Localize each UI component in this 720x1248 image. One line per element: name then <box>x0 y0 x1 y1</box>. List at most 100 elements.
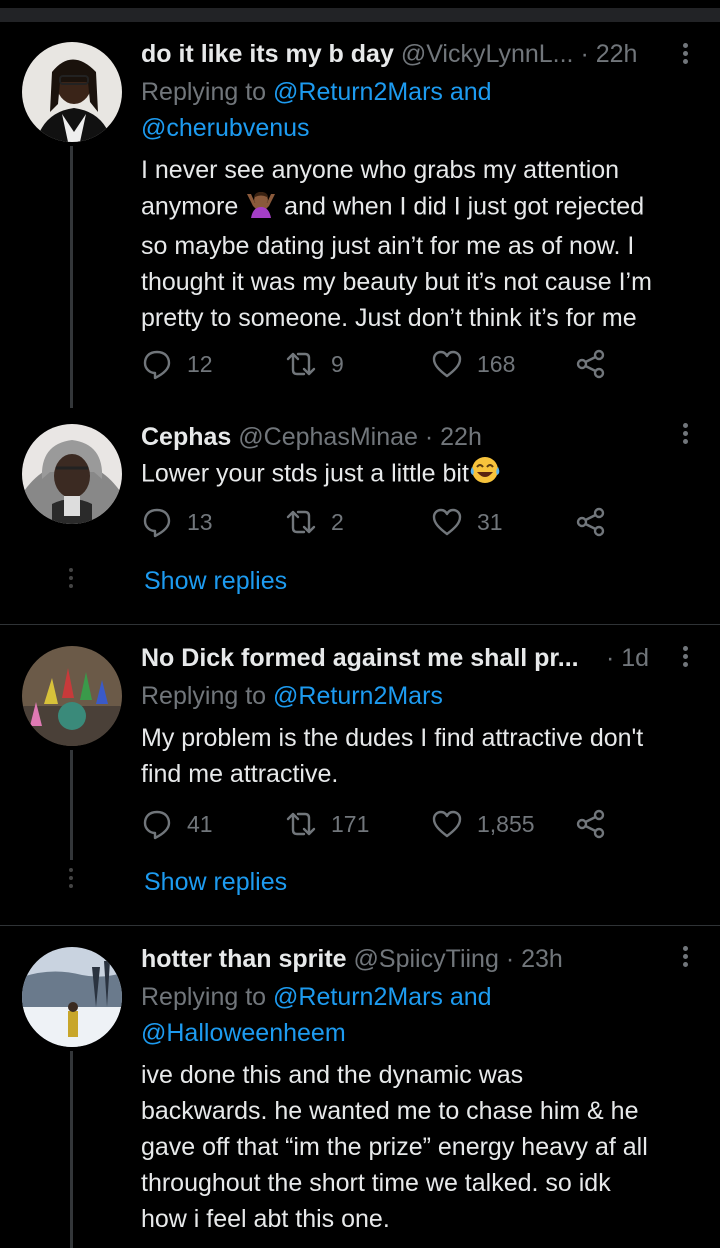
replying-to-cont: @cherubvenus <box>141 110 310 146</box>
retweet-arrows-icon <box>286 812 316 836</box>
text-line: thought it was my beauty but it’s not ca… <box>141 268 652 296</box>
show-replies-link[interactable]: Show replies <box>144 868 287 897</box>
more-options-icon[interactable] <box>680 40 690 74</box>
handle[interactable]: @SpiicyTiing <box>354 945 499 973</box>
show-replies-link[interactable]: Show replies <box>144 567 287 596</box>
mention-link[interactable]: @cherubvenus <box>141 114 310 142</box>
more-options-icon[interactable] <box>680 943 690 977</box>
person-shrugging-emoji-icon <box>245 188 277 228</box>
avatar[interactable] <box>22 646 122 746</box>
display-name[interactable]: Cephas <box>141 423 231 451</box>
tweet-actions: 12 9 168 <box>141 348 621 388</box>
like-count: 168 <box>477 350 516 377</box>
text-line: how i feel abt this one. <box>141 1205 390 1233</box>
text-line: throughout the short time we talked. so … <box>141 1169 611 1197</box>
replying-to: Replying to @Return2Mars <box>141 678 443 714</box>
replying-to-label: Replying to <box>141 983 274 1011</box>
tweet-header: do it like its my b day @VickyLynnL... ·… <box>141 37 650 71</box>
reply-button[interactable]: 13 <box>141 506 213 538</box>
share-nodes-icon <box>576 507 605 537</box>
tweet-actions: 41 171 1,855 <box>141 808 621 848</box>
like-button[interactable]: 168 <box>431 348 515 380</box>
more-options-icon[interactable] <box>680 643 690 677</box>
heart-icon <box>432 508 462 536</box>
speech-bubble-icon <box>143 508 171 538</box>
replying-to: Replying to @Return2Mars and <box>141 74 492 110</box>
mention-link[interactable]: @Return2Mars <box>273 682 443 710</box>
mention-link[interactable]: @Return2Mars and <box>273 78 492 106</box>
thread-line <box>70 750 73 860</box>
text-line: pretty to someone. Just don’t think it’s… <box>141 304 637 332</box>
replying-to: Replying to @Return2Mars and <box>141 979 492 1015</box>
speech-bubble-icon <box>143 350 171 380</box>
tweet-text: I never see anyone who grabs my attentio… <box>141 152 706 336</box>
heart-icon <box>432 810 462 838</box>
share-button[interactable] <box>575 808 621 840</box>
retweet-count: 9 <box>331 350 344 377</box>
text-line: find me attractive. <box>141 760 339 788</box>
more-replies-dots <box>69 568 74 592</box>
retweet-count: 171 <box>331 810 370 837</box>
share-button[interactable] <box>575 348 621 380</box>
display-name[interactable]: do it like its my b day <box>141 40 394 68</box>
text-line: ive done this and the dynamic was <box>141 1061 524 1089</box>
text-line: backwards. he wanted me to chase him & h… <box>141 1097 639 1125</box>
retweet-count: 2 <box>331 508 344 535</box>
retweet-button[interactable]: 9 <box>285 348 344 380</box>
text-line: so maybe dating just ain’t for me as of … <box>141 232 635 260</box>
display-name[interactable]: No Dick formed against me shall pr... <box>141 644 579 672</box>
reply-count: 13 <box>187 508 213 535</box>
like-count: 31 <box>477 508 503 535</box>
timestamp[interactable]: · 22h <box>425 423 482 451</box>
handle[interactable]: @CephasMinae <box>238 423 418 451</box>
divider <box>0 925 720 926</box>
more-replies-dots <box>69 868 74 892</box>
reply-button[interactable]: 12 <box>141 348 213 380</box>
thread-line <box>70 1051 73 1248</box>
text-span: and when I did I just got rejected <box>277 192 645 221</box>
share-button[interactable] <box>575 506 621 538</box>
reply-button[interactable]: 41 <box>141 808 213 840</box>
avatar[interactable] <box>22 947 122 1047</box>
replying-to-label: Replying to <box>141 682 274 710</box>
more-options-icon[interactable] <box>680 420 690 454</box>
mention-link[interactable]: @Halloweenheem <box>141 1019 346 1047</box>
retweet-button[interactable]: 2 <box>285 506 344 538</box>
tweet-text: ive done this and the dynamic was backwa… <box>141 1057 706 1237</box>
heart-icon <box>432 350 462 378</box>
text-span: anymore <box>141 192 239 221</box>
timestamp[interactable]: · 22h <box>580 40 637 68</box>
tweet-header: Cephas @CephasMinae · 22h <box>141 420 650 454</box>
tweet-header: hotter than sprite @SpiicyTiing · 23h <box>141 942 650 976</box>
top-status-bar <box>0 8 720 22</box>
like-button[interactable]: 31 <box>431 506 503 538</box>
reply-count: 12 <box>187 350 213 377</box>
text-line: My problem is the dudes I find attractiv… <box>141 724 644 752</box>
text-line: gave off that “im the prize” energy heav… <box>141 1133 648 1161</box>
like-count: 1,855 <box>477 810 535 837</box>
tweet-text: My problem is the dudes I find attractiv… <box>141 720 706 792</box>
retweet-arrows-icon <box>286 510 316 534</box>
thread-line <box>70 146 73 408</box>
tweet-text: Lower your stds just a little bit <box>141 455 706 495</box>
avatar[interactable] <box>22 42 122 142</box>
speech-bubble-icon <box>143 810 171 840</box>
timestamp[interactable]: · 1d <box>606 644 649 672</box>
replying-to-label: Replying to <box>141 78 274 106</box>
text-line: I never see anyone who grabs my attentio… <box>141 156 620 184</box>
mention-link[interactable]: @Return2Mars and <box>273 983 492 1011</box>
display-name[interactable]: hotter than sprite <box>141 945 347 973</box>
reply-count: 41 <box>187 810 213 837</box>
tweet-actions: 13 2 31 <box>141 506 621 546</box>
share-nodes-icon <box>576 809 605 839</box>
timestamp[interactable]: · 23h <box>506 945 563 973</box>
retweet-arrows-icon <box>286 352 316 376</box>
replying-to-cont: @Halloweenheem <box>141 1015 346 1051</box>
divider <box>0 624 720 625</box>
like-button[interactable]: 1,855 <box>431 808 535 840</box>
tweet-time: · 1d <box>606 641 660 675</box>
text-span: Lower your stds just a little bit <box>141 459 469 488</box>
retweet-button[interactable]: 171 <box>285 808 369 840</box>
handle[interactable]: @VickyLynnL... <box>401 40 574 68</box>
avatar[interactable] <box>22 424 122 524</box>
